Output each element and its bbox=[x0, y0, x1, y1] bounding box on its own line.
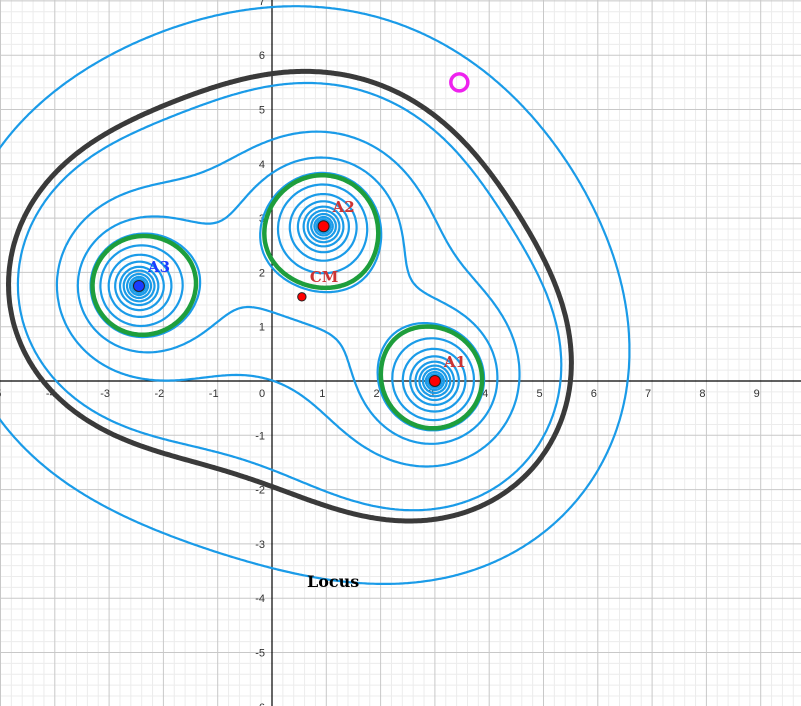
x-tick-label: 8 bbox=[699, 388, 705, 400]
contour-curve bbox=[107, 193, 467, 413]
y-tick-label: -4 bbox=[255, 593, 265, 605]
graphing-canvas[interactable]: -5-4-3-2-10123456789-6-5-4-3-2-11234567 … bbox=[0, 0, 801, 706]
x-tick-label: -2 bbox=[155, 388, 165, 400]
x-tick-label: -5 bbox=[0, 388, 1, 400]
y-tick-label: -2 bbox=[255, 485, 265, 497]
points: A1 A2 A3 CM bbox=[132, 198, 466, 387]
x-tick-label: 7 bbox=[645, 388, 651, 400]
point-label-a3: A3 bbox=[147, 258, 170, 276]
point-label-a1: A1 bbox=[443, 353, 466, 371]
point-a1[interactable] bbox=[428, 375, 441, 387]
x-tick-label: -3 bbox=[100, 388, 110, 400]
x-tick-label: 2 bbox=[374, 388, 380, 400]
x-tick-label: 5 bbox=[536, 388, 542, 400]
x-tick-label: 9 bbox=[754, 388, 760, 400]
point-a2[interactable] bbox=[317, 220, 330, 233]
y-tick-label: -5 bbox=[255, 648, 265, 660]
y-tick-label: 2 bbox=[259, 267, 265, 279]
x-tick-label: 1 bbox=[319, 388, 325, 400]
y-tick-label: 5 bbox=[259, 105, 265, 117]
point-label-a2: A2 bbox=[332, 198, 355, 216]
x-tick-label: -1 bbox=[209, 388, 219, 400]
y-tick-label: 4 bbox=[259, 159, 265, 171]
point-cm[interactable] bbox=[297, 292, 307, 302]
y-tick-label: 1 bbox=[259, 322, 265, 334]
contour-curve bbox=[122, 209, 452, 398]
point-label-cm: CM bbox=[310, 268, 339, 286]
y-tick-label: -1 bbox=[255, 430, 265, 442]
tracer-point[interactable] bbox=[449, 72, 470, 93]
y-tick-label: -3 bbox=[255, 539, 265, 551]
x-tick-label: 0 bbox=[259, 388, 265, 400]
y-tick-label: 6 bbox=[259, 50, 265, 62]
y-tick-label: -6 bbox=[255, 702, 265, 706]
locus-label: Locus bbox=[307, 572, 359, 591]
x-tick-label: 6 bbox=[591, 388, 597, 400]
coordinate-plane[interactable]: -5-4-3-2-10123456789-6-5-4-3-2-11234567 … bbox=[0, 0, 801, 706]
point-a3[interactable] bbox=[132, 279, 145, 292]
